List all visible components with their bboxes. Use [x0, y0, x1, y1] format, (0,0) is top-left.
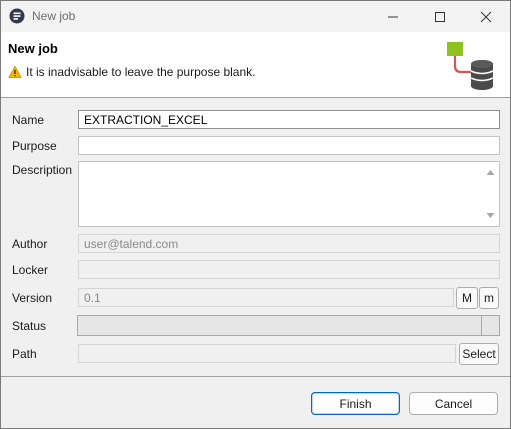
new-job-dialog: New job New job It is inadvisable to lea… — [0, 0, 511, 429]
select-path-button[interactable]: Select — [459, 343, 499, 365]
locker-label: Locker — [12, 263, 49, 277]
job-database-icon — [447, 42, 494, 90]
description-scrollbar[interactable] — [482, 162, 499, 226]
cancel-button[interactable]: Cancel — [409, 392, 498, 415]
path-field — [78, 344, 456, 363]
maximize-icon — [435, 11, 445, 22]
warning-icon — [8, 65, 22, 78]
finish-button[interactable]: Finish — [311, 392, 400, 415]
title-bar: New job — [1, 1, 510, 32]
minimize-icon — [388, 16, 398, 17]
purpose-label: Purpose — [12, 139, 57, 153]
talend-app-icon — [9, 8, 25, 24]
dialog-header: New job It is inadvisable to leave the p… — [1, 32, 510, 98]
name-field[interactable] — [78, 110, 500, 129]
version-field — [78, 288, 454, 307]
minor-version-button[interactable]: m — [479, 287, 499, 309]
author-label: Author — [12, 237, 48, 251]
locker-field — [78, 260, 500, 279]
author-field — [78, 234, 500, 253]
maximize-button[interactable] — [417, 1, 463, 32]
header-title: New job — [8, 41, 58, 56]
major-version-button[interactable]: M — [456, 287, 478, 309]
header-message: It is inadvisable to leave the purpose b… — [26, 65, 256, 79]
close-button[interactable] — [463, 1, 509, 32]
minimize-button[interactable] — [370, 1, 416, 32]
path-label: Path — [12, 347, 37, 361]
window-title: New job — [32, 9, 76, 23]
status-label: Status — [12, 319, 47, 333]
footer-separator — [1, 376, 510, 377]
description-label: Description — [12, 163, 73, 177]
name-label: Name — [12, 113, 45, 127]
status-combo[interactable] — [77, 315, 500, 336]
description-field[interactable] — [78, 161, 500, 227]
close-icon — [480, 11, 492, 22]
status-dropdown-button[interactable] — [481, 316, 499, 335]
purpose-field[interactable] — [78, 136, 500, 155]
version-label: Version — [12, 291, 53, 305]
